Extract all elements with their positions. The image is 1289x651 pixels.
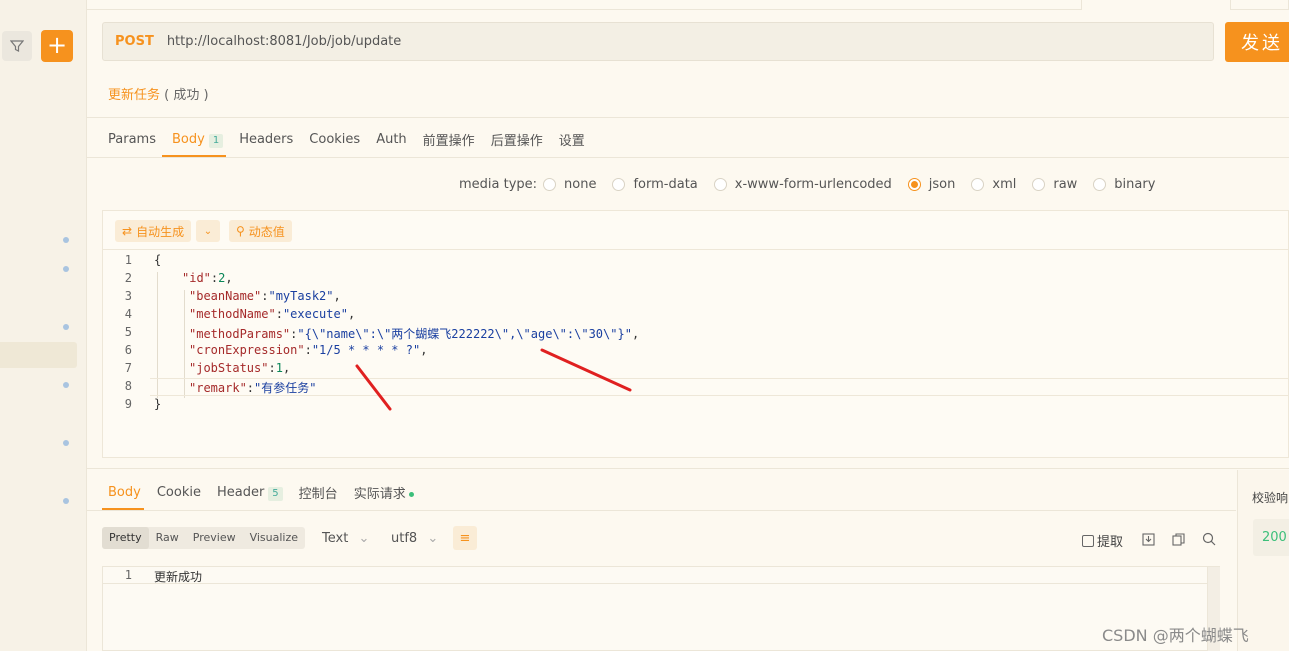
divider [86, 468, 1289, 469]
view-pretty[interactable]: Pretty [102, 527, 149, 549]
extract-icon [1082, 535, 1094, 547]
search-button[interactable] [1202, 531, 1216, 546]
view-preview[interactable]: Preview [186, 527, 243, 549]
view-mode-switch: Pretty Raw Preview Visualize [102, 527, 306, 549]
extract-label: 提取 [1097, 535, 1124, 550]
response-body-editor[interactable] [102, 566, 1220, 651]
divider [102, 583, 1220, 584]
validate-response-label: 校验响 [1252, 491, 1289, 505]
download-button[interactable] [1142, 531, 1155, 546]
download-icon [1142, 533, 1155, 546]
annotation-stroke [355, 364, 392, 411]
annotation-strokes [355, 348, 632, 411]
resp-tab-console[interactable]: 控制台 [299, 483, 338, 502]
view-visualize[interactable]: Visualize [243, 527, 305, 549]
resp-tab-header[interactable]: Header 5 [217, 485, 283, 501]
resp-tab-body[interactable]: Body [108, 485, 141, 500]
copy-button[interactable] [1172, 531, 1185, 546]
resp-tab-header-label: Header [216, 484, 265, 500]
copy-icon [1172, 533, 1185, 546]
watermark: CSDN @两个蝴蝶飞 [1102, 626, 1249, 645]
format-select[interactable]: Text ⌄ [322, 531, 369, 546]
status-dot-icon [408, 492, 414, 497]
divider [86, 510, 1236, 511]
chevron-down-icon: ⌄ [427, 531, 439, 546]
annotation-stroke [540, 348, 632, 392]
encoding-select[interactable]: utf8 ⌄ [391, 531, 438, 546]
response-tabs: Body Cookie Header 5 控制台 实际请求 [108, 483, 430, 502]
search-icon [1202, 532, 1216, 546]
wrap-toggle-button[interactable]: ≡ [453, 526, 477, 550]
status-code-badge: 200 [1253, 519, 1289, 556]
resp-tab-actual-request[interactable]: 实际请求 [354, 483, 414, 502]
chevron-down-icon: ⌄ [358, 531, 370, 546]
header-count-badge: 5 [268, 486, 283, 501]
encoding-value: utf8 [391, 531, 418, 546]
response-body-text: 更新成功 [154, 570, 203, 584]
resp-tab-actual-label: 实际请求 [353, 487, 406, 502]
resp-tab-cookie[interactable]: Cookie [157, 485, 201, 500]
resp-line-number: 1 [124, 568, 132, 582]
format-value: Text [322, 531, 349, 546]
view-raw[interactable]: Raw [149, 527, 186, 549]
extract-button[interactable]: 提取 [1082, 531, 1123, 550]
wrap-icon: ≡ [459, 530, 471, 546]
